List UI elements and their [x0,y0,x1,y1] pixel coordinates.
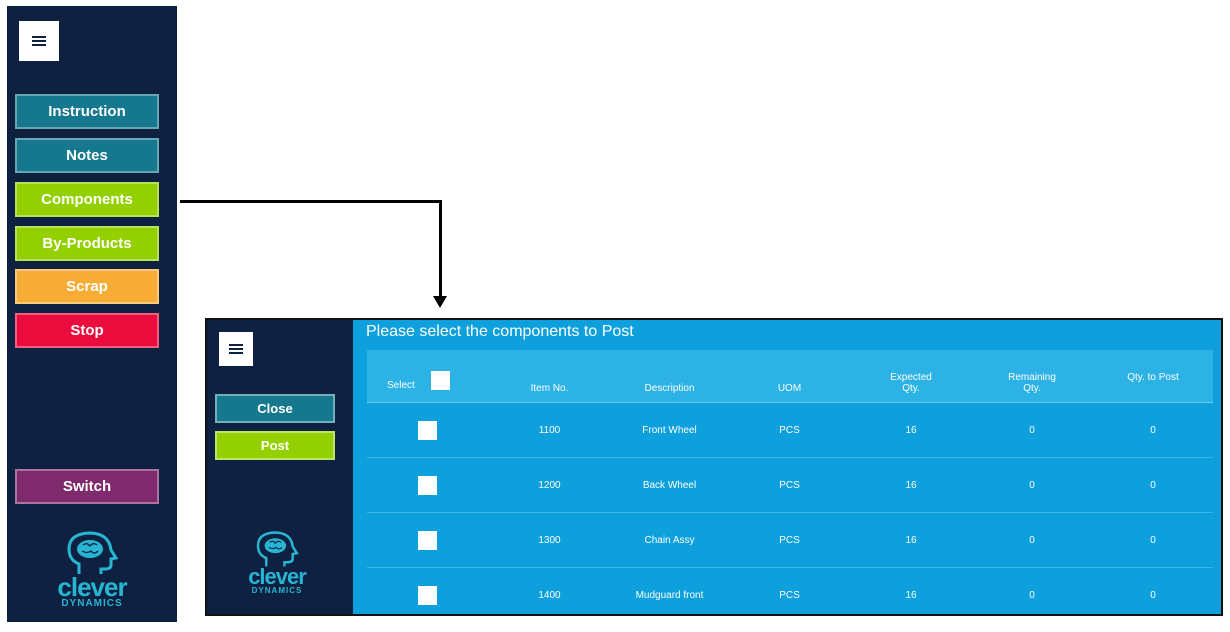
row-select-cell [407,403,447,457]
qty-to-post-cell: 0 [1150,589,1156,601]
uom-cell: PCS [779,424,800,436]
connector-line-vertical [439,200,442,298]
table-header: Select Item No. Description UOM Expected… [367,350,1213,403]
instruction-button[interactable]: Instruction [15,94,159,129]
panel-menu-button[interactable] [219,332,253,366]
row-checkbox[interactable] [417,585,437,605]
row-select-cell [407,568,447,614]
item-no-cell: 1200 [538,479,561,491]
description-cell: Chain Assy [644,534,695,546]
qty-to-post-header: Qty. to Post [1127,372,1179,383]
table-row[interactable]: 1100 Front Wheel PCS 16 0 0 [367,403,1213,458]
select-all-checkbox[interactable] [431,371,450,390]
row-select-cell [407,513,447,567]
remaining-qty-cell: 0 [1029,424,1035,436]
panel-title: Please select the components to Post [366,323,634,340]
post-button[interactable]: Post [215,431,335,460]
clever-dynamics-logo: clever DYNAMICS [237,530,317,595]
expected-qty-header: Expected Qty. [890,372,932,394]
switch-button[interactable]: Switch [15,469,159,504]
remaining-qty-cell: 0 [1029,534,1035,546]
item-no-cell: 1400 [538,589,561,601]
item-no-cell: 1300 [538,534,561,546]
table-row[interactable]: 1400 Mudguard front PCS 16 0 0 [367,568,1213,614]
row-select-cell [407,458,447,512]
qty-to-post-cell: 0 [1150,479,1156,491]
head-brain-icon [67,531,119,574]
main-sidebar: Instruction Notes Components By-Products… [7,6,177,622]
description-cell: Front Wheel [642,424,697,436]
expected-qty-cell: 16 [905,479,917,491]
clever-dynamics-logo: clever DYNAMICS [47,530,137,609]
remaining-qty-cell: 0 [1029,479,1035,491]
arrow-down-icon [433,296,447,308]
row-checkbox[interactable] [417,420,437,440]
uom-cell: PCS [779,534,800,546]
menu-button[interactable] [19,21,59,61]
item-no-header: Item No. [530,383,569,394]
panel-sidebar: Close Post clever DYNAMICS [207,320,353,614]
expected-qty-cell: 16 [905,424,917,436]
connector-line [180,200,442,203]
remaining-qty-cell: 0 [1029,589,1035,601]
description-cell: Mudguard front [635,589,704,601]
components-button[interactable]: Components [15,182,159,217]
qty-to-post-cell: 0 [1150,424,1156,436]
row-checkbox[interactable] [417,530,437,550]
uom-header: UOM [777,383,802,394]
table-row[interactable]: 1300 Chain Assy PCS 16 0 0 [367,513,1213,568]
stop-button[interactable]: Stop [15,313,159,348]
expected-qty-cell: 16 [905,589,917,601]
scrap-button[interactable]: Scrap [15,269,159,304]
uom-cell: PCS [779,589,800,601]
remaining-qty-header: Remaining Qty. [1008,372,1056,394]
close-button[interactable]: Close [215,394,335,423]
hamburger-icon [32,36,46,46]
select-header: Select [387,380,415,391]
row-checkbox[interactable] [417,475,437,495]
description-header: Description [644,383,695,394]
uom-cell: PCS [779,479,800,491]
components-table: Select Item No. Description UOM Expected… [367,350,1213,614]
table-row[interactable]: 1200 Back Wheel PCS 16 0 0 [367,458,1213,513]
logo-word: clever [57,572,127,602]
head-brain-icon [256,531,299,567]
notes-button[interactable]: Notes [15,138,159,173]
components-post-panel: Close Post clever DYNAMICS Please select… [205,318,1223,616]
hamburger-icon [229,344,243,354]
expected-qty-cell: 16 [905,534,917,546]
item-no-cell: 1100 [538,424,561,436]
by-products-button[interactable]: By-Products [15,226,159,261]
description-cell: Back Wheel [642,479,697,491]
qty-to-post-cell: 0 [1150,534,1156,546]
logo-word: clever [248,564,307,589]
